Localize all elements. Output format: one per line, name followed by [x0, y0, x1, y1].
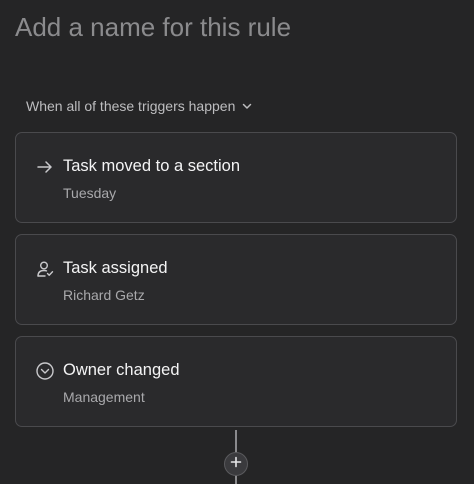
user-check-icon: [35, 259, 55, 279]
trigger-card-task-moved[interactable]: Task moved to a section Tuesday: [15, 132, 457, 223]
chevron-circle-icon: [35, 361, 55, 381]
trigger-title: Owner changed: [63, 361, 180, 379]
trigger-title: Task assigned: [63, 259, 168, 277]
rule-editor: Add a name for this rule When all of the…: [0, 0, 474, 484]
trigger-mode-label: When all of these triggers happen: [26, 98, 236, 114]
trigger-card-owner-changed[interactable]: Owner changed Management: [15, 336, 457, 427]
trigger-title: Task moved to a section: [63, 157, 241, 175]
plus-icon: [230, 455, 242, 473]
trigger-mode-dropdown[interactable]: When all of these triggers happen: [26, 96, 253, 116]
trigger-card-task-assigned[interactable]: Task assigned Richard Getz: [15, 234, 457, 325]
trigger-detail: Management: [63, 389, 145, 405]
trigger-detail: Tuesday: [63, 185, 117, 201]
trigger-detail: Richard Getz: [63, 287, 145, 303]
chevron-down-icon: [241, 100, 253, 112]
rule-name-input[interactable]: Add a name for this rule: [15, 10, 291, 44]
add-trigger-button[interactable]: [224, 452, 248, 476]
arrow-right-icon: [35, 157, 55, 177]
